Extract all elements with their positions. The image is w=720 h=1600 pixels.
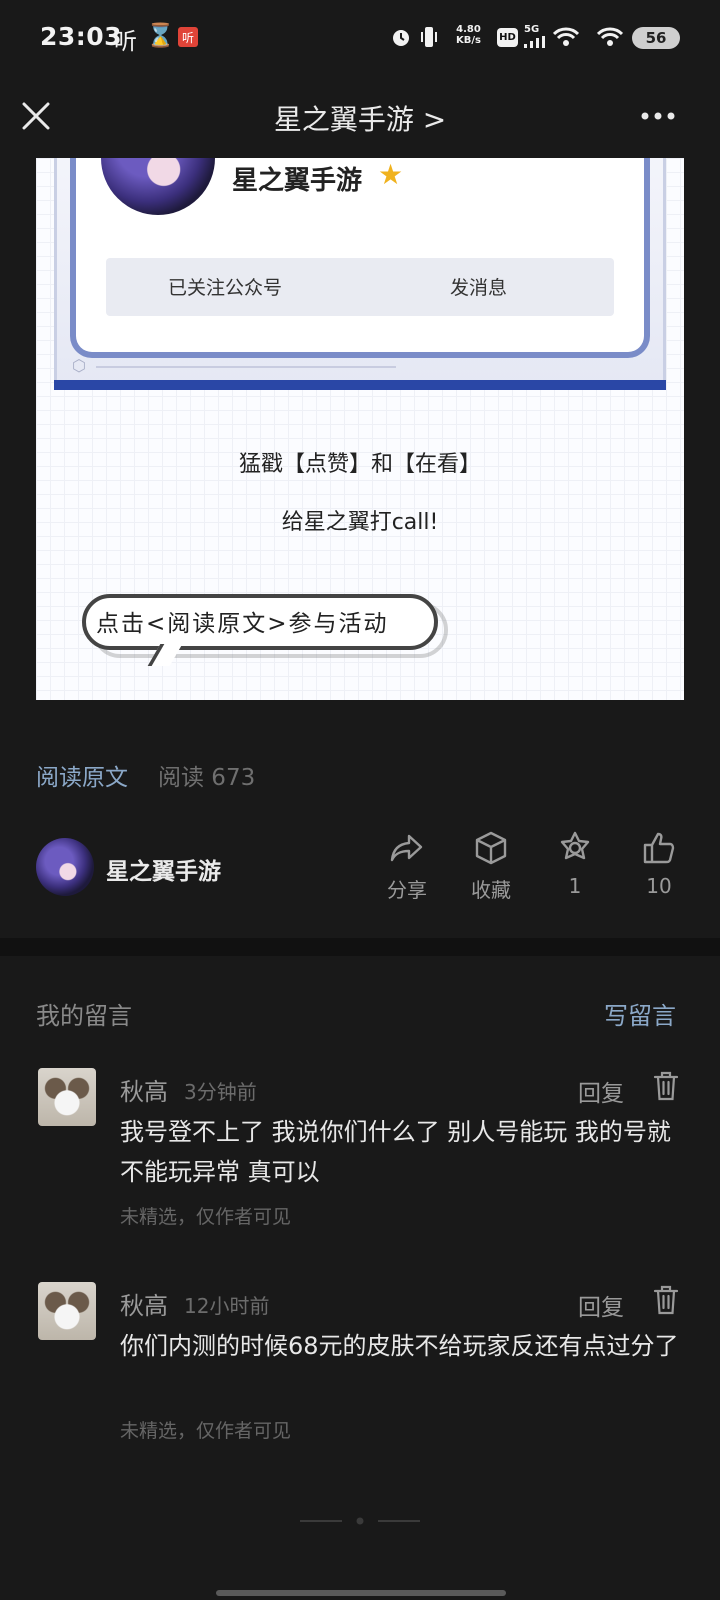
recommend-icon (560, 831, 590, 860)
account-card-bottom-bar (54, 380, 666, 390)
read-original-link[interactable]: 阅读原文 (36, 758, 128, 792)
share-button[interactable]: 分享 (372, 830, 442, 903)
comment-status: 未精选，仅作者可见 (120, 1206, 292, 1228)
end-of-content-indicator (300, 1517, 420, 1525)
share-icon (390, 834, 423, 862)
speech-bubble-text: 点击<阅读原文>参与活动 (96, 611, 389, 637)
comment-text: 你们内测的时候68元的皮肤不给玩家反还有点过分了 (120, 1332, 679, 1360)
commenter-avatar[interactable] (38, 1068, 96, 1126)
close-icon[interactable] (18, 98, 54, 134)
top-nav-bar: 星之翼手游 > (0, 76, 720, 158)
recommend-count: 1 (568, 874, 582, 898)
like-count: 10 (646, 874, 672, 898)
home-indicator[interactable] (216, 1590, 506, 1596)
account-card-name: 星之翼手游 (232, 166, 363, 196)
commenter-name: 秋高 (120, 1078, 168, 1106)
battery-icon: 56 (632, 27, 680, 49)
star-icon: ★ (378, 158, 404, 191)
comment-time: 3分钟前 (184, 1080, 257, 1104)
hexagon-icon: ⬡ (72, 356, 86, 375)
alarm-icon (393, 30, 409, 46)
wifi-icon-1 (553, 27, 579, 46)
section-divider (0, 938, 720, 956)
hd-icon: HD (497, 28, 518, 47)
reply-button[interactable]: 回复 (578, 1074, 624, 1108)
comment-time: 12小时前 (184, 1294, 270, 1318)
article-image: ⬡ 星之翼手游 ★ 已关注公众号 发消息 猛戳【点赞】和【在看】 给星之翼打ca… (36, 158, 684, 700)
network-speed-unit: KB/s (456, 35, 481, 46)
hourglass-icon: ⌛ (146, 23, 175, 49)
comment-status: 未精选，仅作者可见 (120, 1420, 292, 1442)
image-text-line-1: 猛戳【点赞】和【在看】 (238, 452, 481, 477)
more-options-icon[interactable] (640, 110, 676, 122)
my-comments-title: 我的留言 (36, 1002, 132, 1030)
signal-icon (524, 36, 545, 48)
like-button[interactable]: 10 (624, 830, 694, 898)
network-speed: 4.80 KB/s (456, 24, 481, 46)
comment-text: 我号登不上了 我说你们什么了 别人号能玩 我的号就不能玩异常 真可以 (120, 1118, 671, 1186)
account-card-line (96, 366, 396, 368)
commenter-name: 秋高 (120, 1292, 168, 1320)
reply-button[interactable]: 回复 (578, 1288, 624, 1322)
network-type: 5G (524, 24, 540, 35)
delete-icon[interactable] (652, 1284, 680, 1316)
collect-button[interactable]: 收藏 (456, 830, 526, 903)
author-name[interactable]: 星之翼手游 (106, 852, 221, 886)
read-count: 阅读 673 (158, 765, 256, 791)
app-notification-icon: 听 (114, 29, 137, 55)
collect-cube-icon (475, 831, 507, 865)
delete-icon[interactable] (652, 1070, 680, 1102)
recommend-button[interactable]: 1 (540, 830, 610, 898)
thumbs-up-icon (643, 832, 675, 864)
status-time: 23:03 (40, 22, 123, 51)
app-badge-icon: 听 (178, 27, 198, 47)
commenter-avatar[interactable] (38, 1282, 96, 1340)
nav-title[interactable]: 星之翼手游 > (0, 98, 720, 138)
vibrate-icon (421, 27, 437, 47)
network-speed-value: 4.80 (456, 24, 481, 35)
share-label: 分享 (387, 878, 427, 902)
image-text-line-2: 给星之翼打call! (281, 510, 439, 535)
followed-label: 已关注公众号 (168, 277, 283, 299)
write-comment-button[interactable]: 写留言 (604, 996, 676, 1031)
collect-label: 收藏 (471, 878, 511, 902)
send-message-label: 发消息 (450, 277, 508, 299)
wifi-icon-2 (597, 27, 623, 46)
status-bar: 23:03 听 ⌛ 听 4.80 KB/s HD 5G 56 (0, 0, 720, 76)
author-avatar[interactable] (36, 838, 94, 896)
